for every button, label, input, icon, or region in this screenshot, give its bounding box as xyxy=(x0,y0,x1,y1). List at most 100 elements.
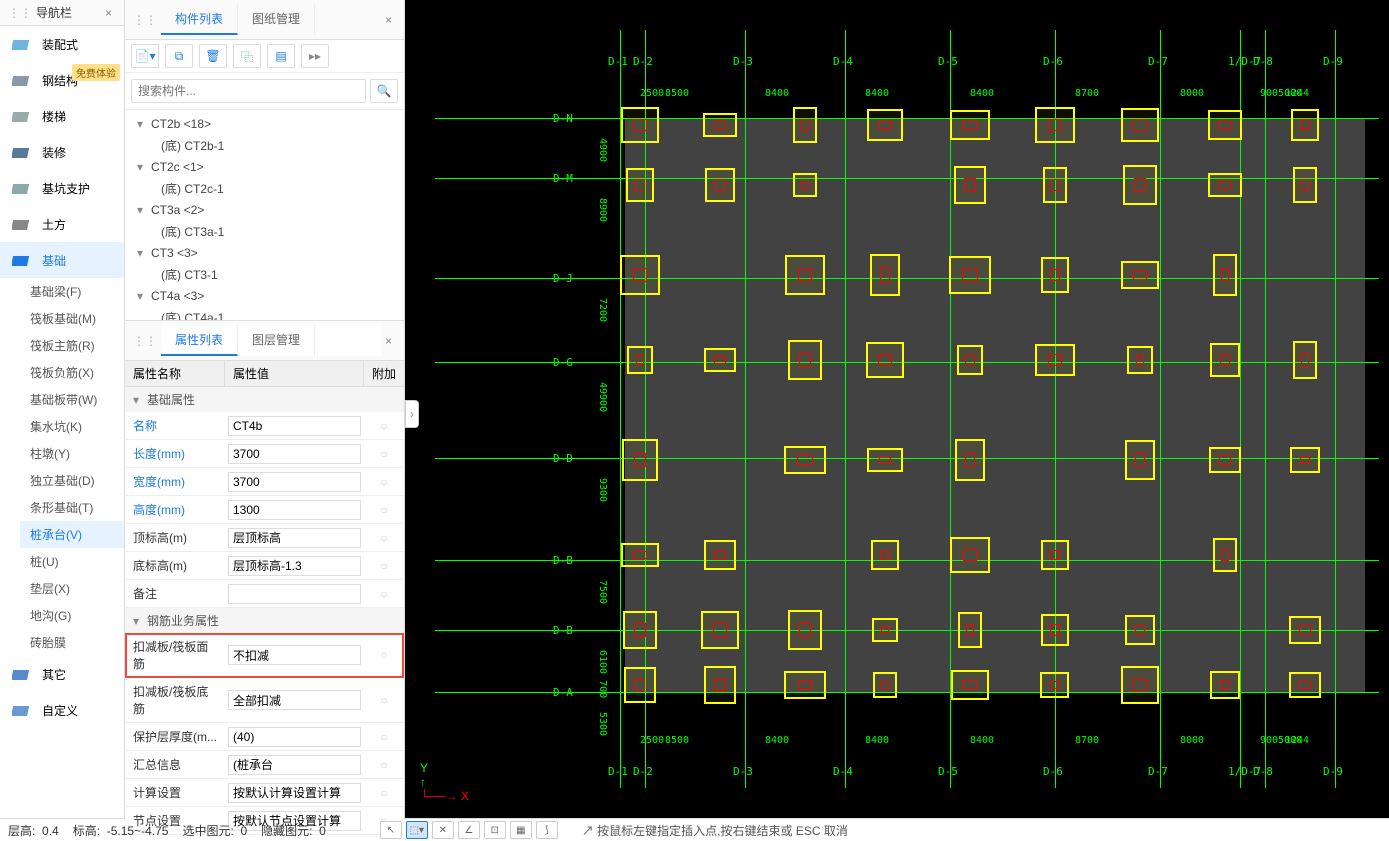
tree-item[interactable]: (底) CT3a-1 xyxy=(125,220,404,243)
sub-item-5[interactable]: 集水坑(K) xyxy=(20,413,124,440)
sub-item-4[interactable]: 基础板带(W) xyxy=(20,386,124,413)
footing[interactable] xyxy=(785,255,824,296)
prop-value[interactable] xyxy=(225,687,364,713)
nav-item-0[interactable]: 装配式 xyxy=(0,26,124,62)
prop-input[interactable] xyxy=(228,528,361,548)
prop-value[interactable] xyxy=(225,780,364,806)
footing[interactable] xyxy=(873,672,898,698)
prop-value[interactable] xyxy=(225,642,364,668)
close-icon[interactable]: × xyxy=(381,334,396,348)
footing[interactable] xyxy=(949,256,991,294)
footing[interactable] xyxy=(871,540,899,570)
footing[interactable] xyxy=(705,168,736,202)
footing[interactable] xyxy=(950,110,991,141)
prop-extra[interactable]: ○ xyxy=(364,587,404,601)
cursor-tool[interactable]: ↖ xyxy=(380,821,402,839)
footing[interactable] xyxy=(1210,343,1240,376)
search-button[interactable]: 🔍 xyxy=(370,79,398,103)
footing[interactable] xyxy=(1041,540,1069,569)
prop-value[interactable] xyxy=(225,553,364,579)
prop-extra[interactable]: ○ xyxy=(364,730,404,744)
footing[interactable] xyxy=(627,346,653,375)
footing[interactable] xyxy=(1043,167,1067,202)
delete-button[interactable]: 🗑 xyxy=(199,44,227,68)
chevron-down-icon[interactable]: ▾ xyxy=(137,203,147,217)
footing[interactable] xyxy=(1123,165,1157,206)
footing[interactable] xyxy=(1213,538,1237,572)
tree-item[interactable]: ▾CT3a <2> xyxy=(125,200,404,220)
tree-item[interactable]: ▾CT2c <1> xyxy=(125,157,404,177)
footing[interactable] xyxy=(872,618,898,642)
nav-item-3[interactable]: 装修 xyxy=(0,134,124,170)
sub-item-2[interactable]: 筏板主筋(R) xyxy=(20,332,124,359)
sub-item-8[interactable]: 条形基础(T) xyxy=(20,494,124,521)
footing[interactable] xyxy=(951,670,989,699)
footing[interactable] xyxy=(1035,344,1076,376)
footing[interactable] xyxy=(1209,447,1241,474)
footing[interactable] xyxy=(1289,616,1321,644)
prop-input[interactable] xyxy=(228,416,361,436)
tree-item[interactable]: ▾CT2b <18> xyxy=(125,114,404,134)
sub-item-1[interactable]: 筏板基础(M) xyxy=(20,305,124,332)
prop-input[interactable] xyxy=(228,783,361,803)
prop-extra[interactable]: ○ xyxy=(364,503,404,517)
footing[interactable] xyxy=(870,254,900,296)
arc-tool[interactable]: ⟆ xyxy=(536,821,558,839)
prop-value[interactable] xyxy=(225,581,364,607)
prop-group[interactable]: ▾钢筋业务属性 xyxy=(125,608,404,633)
prop-input[interactable] xyxy=(228,727,361,747)
footing[interactable] xyxy=(958,612,982,648)
expand-panel-button[interactable]: › xyxy=(405,400,419,428)
chevron-down-icon[interactable]: ▾ xyxy=(137,160,147,174)
tree-item[interactable]: (底) CT4a-1 xyxy=(125,306,404,320)
drag-handle-icon[interactable]: ⋮⋮ xyxy=(8,6,32,20)
prop-value[interactable] xyxy=(225,441,364,467)
prop-input[interactable] xyxy=(228,500,361,520)
footing[interactable] xyxy=(784,446,826,475)
prop-input[interactable] xyxy=(228,755,361,775)
footing[interactable] xyxy=(793,107,817,143)
prop-group[interactable]: ▾基础属性 xyxy=(125,387,404,412)
prop-input[interactable] xyxy=(228,645,361,665)
prop-extra[interactable]: ○ xyxy=(364,758,404,772)
footing[interactable] xyxy=(621,107,660,143)
tab-layer-manage[interactable]: 图层管理 xyxy=(238,325,315,356)
footing[interactable] xyxy=(784,671,825,699)
sub-item-13[interactable]: 砖胎膜 xyxy=(20,629,124,656)
prop-input[interactable] xyxy=(228,444,361,464)
prop-value[interactable] xyxy=(225,724,364,750)
footing[interactable] xyxy=(1208,173,1242,197)
nav-item-6[interactable]: 基础 xyxy=(0,242,124,278)
footing[interactable] xyxy=(1125,440,1155,479)
sub-item-6[interactable]: 柱墩(Y) xyxy=(20,440,124,467)
footing[interactable] xyxy=(704,540,736,570)
footing[interactable] xyxy=(867,109,903,140)
nav-item-7[interactable]: 其它 xyxy=(0,656,124,692)
footing[interactable] xyxy=(1208,110,1242,141)
footing[interactable] xyxy=(1040,672,1069,698)
sub-item-7[interactable]: 独立基础(D) xyxy=(20,467,124,494)
drag-handle-icon[interactable]: ⋮⋮ xyxy=(133,334,157,348)
copy-button[interactable]: ⧉ xyxy=(165,44,193,68)
prop-extra[interactable]: ○ xyxy=(364,648,404,662)
prop-input[interactable] xyxy=(228,472,361,492)
prop-input[interactable] xyxy=(228,690,361,710)
footing[interactable] xyxy=(704,666,736,705)
prop-input[interactable] xyxy=(228,584,361,604)
duplicate-button[interactable]: ⿻ xyxy=(233,44,261,68)
footing[interactable] xyxy=(954,166,986,203)
tab-drawing-manage[interactable]: 图纸管理 xyxy=(238,4,315,35)
snap-tool[interactable]: ⊡ xyxy=(484,821,506,839)
close-icon[interactable]: × xyxy=(101,6,116,20)
drag-handle-icon[interactable]: ⋮⋮ xyxy=(133,13,157,27)
footing[interactable] xyxy=(1291,109,1318,141)
footing[interactable] xyxy=(1293,341,1318,378)
nav-item-5[interactable]: 土方 xyxy=(0,206,124,242)
prop-extra[interactable]: ○ xyxy=(364,447,404,461)
tab-property-list[interactable]: 属性列表 xyxy=(161,325,238,356)
layers-button[interactable]: ▤ xyxy=(267,44,295,68)
nav-item-8[interactable]: 自定义 xyxy=(0,692,124,728)
tab-component-list[interactable]: 构件列表 xyxy=(161,4,238,35)
footing[interactable] xyxy=(1041,614,1069,646)
footing[interactable] xyxy=(1121,108,1160,142)
